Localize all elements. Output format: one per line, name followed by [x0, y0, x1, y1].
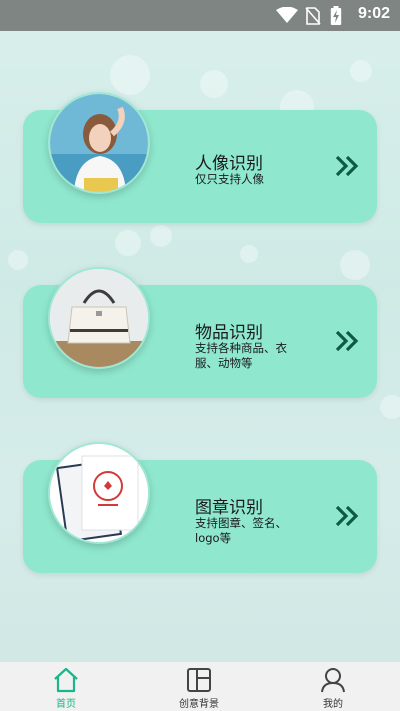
tab-label: 首页 — [56, 699, 76, 710]
portrait-photo — [48, 92, 150, 194]
status-time: 9:02 — [357, 5, 390, 22]
double-chevron-right-icon[interactable] — [334, 328, 360, 354]
card-subtitle: 仅只支持人像 — [195, 172, 264, 186]
card-subtitle: 支持图章、签名、logo等 — [195, 516, 287, 545]
status-bar: 9:02 — [0, 0, 400, 31]
double-chevron-right-icon[interactable] — [334, 503, 360, 529]
tab-home[interactable]: 首页 — [16, 662, 116, 711]
user-icon — [321, 668, 345, 693]
card-title: 人像识别 — [195, 154, 263, 174]
tab-label: 创意背景 — [179, 699, 219, 710]
card-title: 物品识别 — [195, 323, 263, 343]
tab-creative-background[interactable]: 创意背景 — [149, 662, 249, 711]
bottom-tab-bar: 首页 创意背景 我的 — [0, 661, 400, 711]
wifi-icon — [276, 7, 298, 23]
home-icon — [54, 667, 78, 693]
card-subtitle: 支持各种商品、衣服、动物等 — [195, 341, 287, 370]
card-title: 图章识别 — [195, 498, 263, 518]
double-chevron-right-icon[interactable] — [334, 153, 360, 179]
tab-label: 我的 — [323, 699, 343, 710]
layout-icon — [187, 668, 211, 692]
no-sim-icon — [305, 7, 321, 25]
tab-mine[interactable]: 我的 — [283, 662, 383, 711]
handbag-photo — [48, 267, 150, 369]
battery-charging-icon — [330, 6, 342, 25]
stamped-document-photo — [48, 442, 150, 544]
